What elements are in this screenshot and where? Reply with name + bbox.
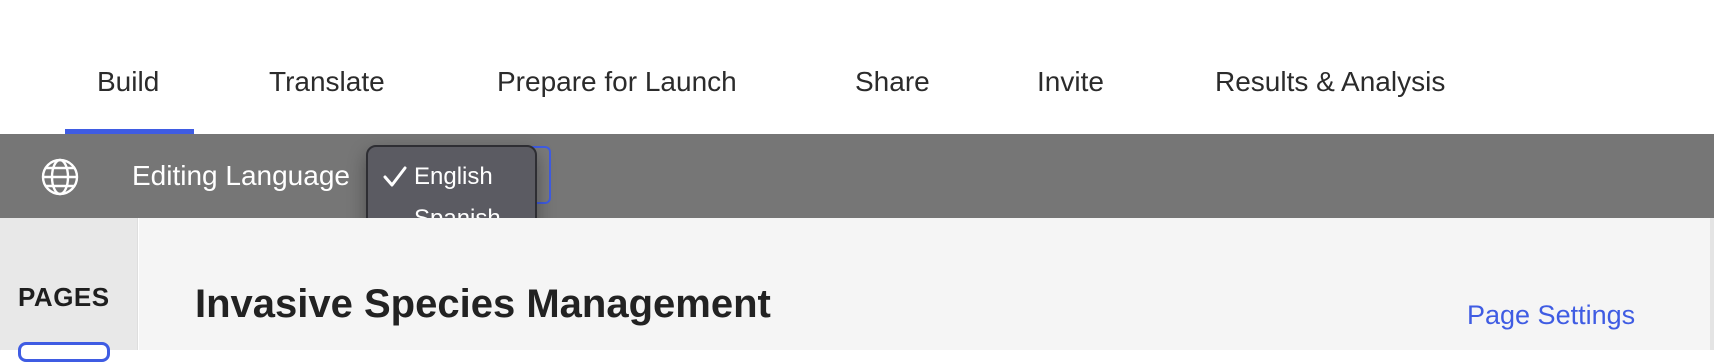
tab-prepare-for-launch[interactable]: Prepare for Launch: [497, 66, 737, 98]
tab-invite[interactable]: Invite: [1037, 66, 1104, 98]
page-thumbnail[interactable]: [18, 342, 110, 362]
tab-build[interactable]: Build: [97, 66, 159, 98]
pages-heading: PAGES: [18, 282, 110, 312]
editing-language-label: Editing Language: [132, 160, 350, 191]
tab-share[interactable]: Share: [855, 66, 930, 98]
scrollbar-track[interactable]: [1710, 218, 1714, 350]
checkmark-icon: [383, 166, 407, 187]
tab-results-analysis[interactable]: Results & Analysis: [1215, 66, 1445, 98]
top-navigation: Build Translate Prepare for Launch Share…: [0, 0, 1714, 134]
page-settings-link[interactable]: Page Settings: [1467, 300, 1635, 331]
tab-translate[interactable]: Translate: [269, 66, 385, 98]
language-option-english[interactable]: English: [414, 163, 493, 191]
globe-icon: [41, 158, 79, 196]
page-title: Invasive Species Management: [195, 282, 771, 326]
